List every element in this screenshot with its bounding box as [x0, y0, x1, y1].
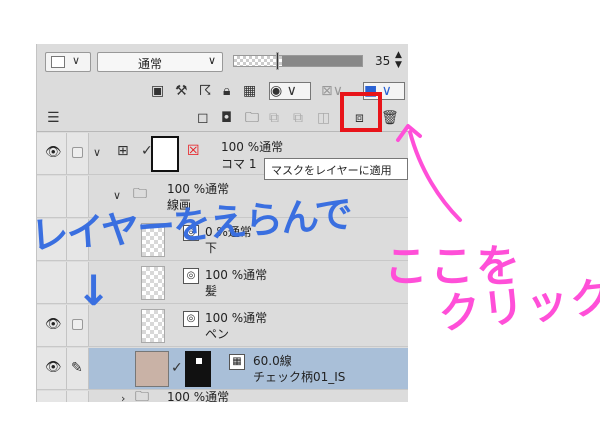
- layer-name: 髪: [205, 284, 218, 298]
- layer-blend: 100 %通常: [221, 140, 284, 154]
- layer-name: ペン: [205, 327, 230, 341]
- layer-blend: 100 %通常: [205, 311, 268, 325]
- color-swatch-icon: [51, 56, 65, 68]
- annotation-down-arrow: ↓: [76, 266, 112, 315]
- mask-disabled-icon: ☒: [187, 143, 200, 159]
- mask-thumbnail: [185, 351, 211, 387]
- vector-layer-icon: ◎: [183, 268, 199, 284]
- chevron-down-icon[interactable]: ∨: [93, 145, 101, 161]
- layer-thumbnail: [141, 309, 165, 343]
- blend-mode-value: 通常: [138, 57, 163, 71]
- layer-thumbnail: [151, 136, 179, 172]
- eye-icon[interactable]: 👁︎: [45, 145, 62, 160]
- new-raster-layer-icon[interactable]: ◻: [197, 110, 209, 126]
- layer-thumbnail: [135, 351, 169, 387]
- layer-row[interactable]: › 🗀︎ 100 %通常: [37, 389, 408, 402]
- mask-enable-dropdown[interactable]: ◉ ∨: [269, 82, 311, 100]
- transfer-down-icon[interactable]: ⧉: [269, 110, 279, 126]
- new-folder-icon[interactable]: 🗀︎: [245, 110, 259, 126]
- chevron-right-icon[interactable]: ›: [121, 391, 125, 402]
- lock-icon[interactable]: 🔒︎: [223, 83, 230, 99]
- lock-checkbox[interactable]: [72, 147, 83, 158]
- clip-icon[interactable]: ☈: [199, 83, 212, 99]
- panel-menu-icon[interactable]: ☰: [47, 110, 60, 126]
- reference-layer-icon[interactable]: ▣: [151, 83, 164, 99]
- layer-row-selected[interactable]: 👁︎ ✎ ✓ ▦ 60.0線 チェック柄01_IS: [37, 348, 408, 390]
- layer-properties-bar: ∨ 通常 ∨ 35 ▲ ▼: [37, 44, 408, 78]
- pen-icon[interactable]: ✎: [71, 360, 83, 376]
- layer-blend: 100 %通常: [205, 268, 268, 282]
- layer-thumbnail: [141, 266, 165, 300]
- highlight-box: [340, 92, 382, 132]
- checkmark-icon: ✓: [171, 360, 183, 376]
- vector-layer-icon: ◎: [183, 311, 199, 327]
- lock-checkbox[interactable]: [72, 319, 83, 330]
- frame-folder-icon: ⊞: [117, 143, 129, 159]
- eye-icon[interactable]: 👁︎: [45, 360, 62, 375]
- opacity-slider[interactable]: [233, 52, 363, 70]
- opacity-spinner[interactable]: ▲ ▼: [395, 50, 402, 70]
- lock-transparency-icon[interactable]: ▦: [243, 83, 256, 99]
- layer-name: チェック柄01_IS: [253, 370, 346, 384]
- layer-name: コマ 1: [221, 157, 257, 171]
- new-vector-layer-icon[interactable]: ◘: [221, 110, 232, 126]
- blend-mode-select[interactable]: 通常 ∨: [97, 52, 223, 72]
- folder-icon: 🗀︎: [135, 389, 149, 402]
- layer-blend: 60.0線: [253, 354, 292, 368]
- merge-down-icon[interactable]: ⧉: [293, 110, 303, 126]
- opacity-checker: [234, 56, 282, 66]
- opacity-slider-thumb[interactable]: [276, 52, 279, 70]
- draft-layer-icon[interactable]: ⚒: [175, 83, 188, 99]
- tone-layer-icon: ▦: [229, 354, 245, 370]
- layer-blend: 100 %通常: [167, 390, 230, 402]
- chevron-down-icon: ∨: [72, 54, 81, 67]
- color-swatch-dropdown[interactable]: ∨: [45, 52, 91, 72]
- annotation-pink-arrow: [396, 124, 462, 222]
- create-mask-icon[interactable]: ◫: [317, 110, 330, 126]
- chevron-down-icon: ∨: [207, 54, 216, 67]
- eye-icon[interactable]: 👁︎: [45, 317, 62, 332]
- opacity-value: 35: [375, 54, 391, 68]
